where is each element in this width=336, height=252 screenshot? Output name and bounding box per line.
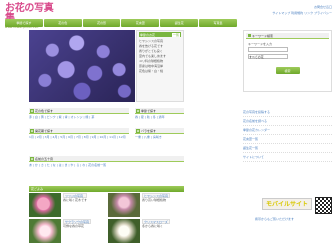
- hero-side-panel: 季節のお花 一覧 ヒヤシンスの写真 春を告げる花です 香りがとても良く 室内でも…: [136, 30, 184, 102]
- season-links[interactable]: 春 | 夏 | 秋 | 冬 | 通年: [135, 114, 184, 120]
- mobile-caption: 携帯からもご覧いただけます: [255, 217, 295, 221]
- section-season: ✿ 季節で探す 春 | 夏 | 秋 | 冬 | 通年: [135, 108, 184, 120]
- search-category-select[interactable]: すべての花: [248, 54, 288, 59]
- hero-photo[interactable]: [29, 30, 135, 102]
- nav-item[interactable]: 季節で探す: [5, 19, 43, 27]
- search-label: キーワードを入力: [248, 42, 273, 46]
- search-input[interactable]: [248, 47, 288, 52]
- section-title: バラを探す: [141, 129, 157, 133]
- shape-links[interactable]: 一重 | 八重 | 房咲き: [135, 134, 184, 140]
- leaf-icon: ✿: [136, 129, 140, 133]
- nav-item[interactable]: 写真集: [199, 19, 237, 27]
- top-link-contact[interactable]: お問合せ窓口: [270, 5, 332, 10]
- section-title: 名前の五十音: [35, 157, 54, 161]
- right-link[interactable]: 花言葉一覧: [243, 135, 332, 144]
- right-link[interactable]: サイトについて: [243, 153, 332, 162]
- leaf-icon: ✿: [30, 129, 34, 133]
- gallery-header: 花ごよみ: [29, 186, 184, 192]
- top-links[interactable]: サイトマップ 利用規約 リンク プライバシー: [250, 11, 332, 15]
- bullet-icon: [248, 34, 251, 37]
- section-color: ✿ 花の色で探す 赤 | 白 | 黄 | ピンク | 紫 | 青 | オレンジ |…: [29, 108, 129, 120]
- site-logo[interactable]: お花の写真集 www.flower-photo.info: [5, 4, 57, 30]
- card-text: 冬から春に咲く: [142, 224, 164, 228]
- card-text: 香り高い球根植物: [142, 198, 167, 202]
- leaf-icon: ✿: [30, 157, 34, 161]
- right-link[interactable]: 季節の花カレンダー: [243, 126, 332, 135]
- leaf-icon: ✿: [136, 109, 140, 113]
- side-panel-text: ヒヤシンスの写真 春を告げる花です 香りがとても良く 室内でも楽しめます ユリ科…: [139, 39, 181, 74]
- leaf-icon: ✿: [30, 109, 34, 113]
- main-nav: 季節で探す 花の色 花の形 花言葉 誕生花 写真集: [5, 19, 237, 27]
- nav-item[interactable]: 花の色: [43, 19, 82, 27]
- section-shape: ✿ バラを探す 一重 | 八重 | 房咲き: [135, 128, 184, 140]
- color-links[interactable]: 赤 | 白 | 黄 | ピンク | 紫 | 青 | オレンジ | 緑 | 茶: [29, 114, 129, 120]
- search-title: キーワード検索: [252, 34, 274, 38]
- hyacinth-image: [29, 30, 135, 102]
- gallery-cards: ツツジの写真 春に咲く花木です ヒヤシンスの写真 香り高い球根植物 サクラソウの…: [29, 193, 184, 243]
- qr-code-icon: [315, 197, 332, 214]
- side-panel-tag[interactable]: 一覧: [171, 32, 180, 37]
- card-text: 可憐な春の草花: [63, 224, 85, 228]
- right-link[interactable]: 花の写真を投稿する: [243, 108, 332, 117]
- mobile-site-banner[interactable]: モバイルサイト: [262, 198, 312, 210]
- section-title: 季節で探す: [141, 109, 157, 113]
- search-header: キーワード検索: [246, 33, 329, 39]
- azalea-photo[interactable]: [29, 193, 61, 217]
- name-links[interactable]: あ | か | さ | た | な | は | ま | や | ら | わ | …: [29, 162, 184, 168]
- search-button[interactable]: 検索: [275, 67, 300, 74]
- side-panel-header: 季節のお花 一覧: [139, 32, 181, 37]
- card-text: 春に咲く花木です: [63, 198, 88, 202]
- gallery-card[interactable]: ツツジの写真 春に咲く花木です: [29, 193, 105, 217]
- search-panel: キーワード検索 キーワードを入力 すべての花 検索: [243, 30, 332, 92]
- right-link[interactable]: 花の名前を調べる: [243, 117, 332, 126]
- side-panel-title: 季節のお花: [140, 32, 156, 37]
- mobile-banner-text: モバイルサイト: [265, 201, 308, 208]
- hyacinth-thumb[interactable]: [108, 193, 140, 217]
- right-link[interactable]: 誕生花一覧: [243, 144, 332, 153]
- section-name: ✿ 名前の五十音 あ | か | さ | た | な | は | ま | や | …: [29, 156, 184, 168]
- section-title: 花の色で探す: [35, 109, 54, 113]
- section-month: ✿ 開花期で探す 1月 | 2月 | 3月 | 4月 | 5月 | 6月 | 7月…: [29, 128, 129, 140]
- gallery-card[interactable]: ヒヤシンスの写真 香り高い球根植物: [108, 193, 184, 217]
- nav-item[interactable]: 誕生花: [160, 19, 199, 27]
- section-title: 開花期で探す: [35, 129, 54, 133]
- footer: [0, 240, 336, 252]
- nav-item[interactable]: 花の形: [82, 19, 121, 27]
- month-links[interactable]: 1月 | 2月 | 3月 | 4月 | 5月 | 6月 | 7月 | 8月 | …: [29, 134, 129, 140]
- side-line: 花色は紫・白・桃: [139, 69, 164, 73]
- right-links: 花の写真を投稿する 花の名前を調べる 季節の花カレンダー 花言葉一覧 誕生花一覧…: [243, 108, 332, 162]
- nav-item[interactable]: 花言葉: [121, 19, 160, 27]
